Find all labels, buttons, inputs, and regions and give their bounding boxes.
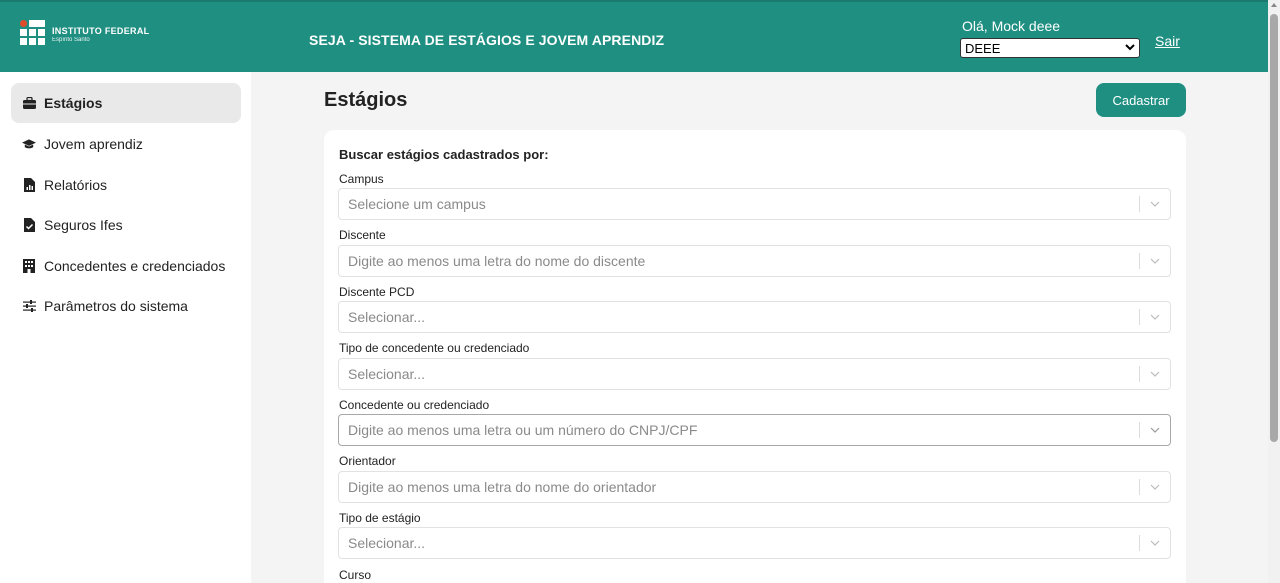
tipo-concedente-select[interactable]: Selecionar... xyxy=(338,358,1171,390)
unit-select[interactable]: DEEE xyxy=(960,38,1140,58)
sliders-icon xyxy=(22,299,36,313)
sidebar-item-label: Seguros Ifes xyxy=(44,217,123,233)
sidebar-item-parametros[interactable]: Parâmetros do sistema xyxy=(11,286,241,326)
chevron-down-icon[interactable] xyxy=(1140,484,1170,490)
chevron-down-icon[interactable] xyxy=(1140,314,1170,320)
logo-mark-icon xyxy=(20,20,46,50)
chevron-down-icon[interactable] xyxy=(1140,540,1170,546)
orientador-placeholder: Digite ao menos uma letra do nome do ori… xyxy=(348,479,657,495)
sidebar: Estágios Jovem aprendiz Relatórios Segur… xyxy=(0,72,251,583)
building-icon xyxy=(22,259,36,273)
campus-select[interactable]: Selecione um campus xyxy=(338,188,1171,220)
curso-label: Curso xyxy=(339,568,372,582)
sidebar-item-label: Estágios xyxy=(44,95,103,111)
sidebar-item-label: Parâmetros do sistema xyxy=(44,298,188,314)
system-title: SEJA - SISTEMA DE ESTÁGIOS E JOVEM APREN… xyxy=(309,32,665,48)
sidebar-item-seguros-ifes[interactable]: Seguros Ifes xyxy=(11,205,241,245)
unit-select-value: DEEE xyxy=(965,40,1001,56)
tipo-estagio-placeholder: Selecionar... xyxy=(348,535,426,551)
orientador-select[interactable]: Digite ao menos uma letra do nome do ori… xyxy=(338,471,1171,503)
search-filters-card: Buscar estágios cadastrados por: Campus … xyxy=(324,130,1186,583)
sidebar-item-jovem-aprendiz[interactable]: Jovem aprendiz xyxy=(11,124,241,164)
chevron-down-icon[interactable] xyxy=(1140,258,1170,264)
discente-pcd-placeholder: Selecionar... xyxy=(348,309,426,325)
orientador-label: Orientador xyxy=(339,454,396,468)
report-file-icon xyxy=(22,178,36,192)
chevron-down-icon[interactable] xyxy=(1140,201,1170,207)
briefcase-icon xyxy=(22,96,36,110)
discente-pcd-label: Discente PCD xyxy=(339,285,415,299)
logout-link[interactable]: Sair xyxy=(1155,33,1180,49)
discente-pcd-select[interactable]: Selecionar... xyxy=(338,301,1171,333)
sidebar-item-concedentes[interactable]: Concedentes e credenciados xyxy=(11,246,241,286)
sidebar-item-label: Relatórios xyxy=(44,177,108,193)
concedente-select[interactable]: Digite ao menos uma letra ou um número d… xyxy=(338,414,1171,446)
ifes-logo[interactable]: INSTITUTO FEDERAL Espírito Santo xyxy=(20,20,149,50)
sidebar-item-label: Jovem aprendiz xyxy=(44,136,143,152)
register-button[interactable]: Cadastrar xyxy=(1096,83,1186,117)
user-greeting: Olá, Mock deee xyxy=(962,18,1061,34)
concedente-placeholder: Digite ao menos uma letra ou um número d… xyxy=(348,422,698,438)
tipo-concedente-label: Tipo de concedente ou credenciado xyxy=(339,341,530,355)
chevron-down-icon[interactable] xyxy=(1140,371,1170,377)
logo-title: INSTITUTO FEDERAL xyxy=(52,26,150,37)
graduation-cap-icon xyxy=(22,137,36,151)
campus-label: Campus xyxy=(339,172,384,186)
logo-subtitle: Espírito Santo xyxy=(52,36,90,43)
file-check-icon xyxy=(22,218,36,232)
sidebar-item-estagios[interactable]: Estágios xyxy=(11,83,241,123)
sidebar-item-relatorios[interactable]: Relatórios xyxy=(11,165,241,205)
discente-label: Discente xyxy=(339,228,386,242)
tipo-estagio-label: Tipo de estágio xyxy=(339,511,421,525)
campus-placeholder: Selecione um campus xyxy=(348,196,486,212)
tipo-concedente-placeholder: Selecionar... xyxy=(348,366,426,382)
scroll-up-icon[interactable] xyxy=(1271,3,1277,7)
tipo-estagio-select[interactable]: Selecionar... xyxy=(338,527,1171,559)
chevron-down-icon[interactable] xyxy=(1140,427,1170,433)
sidebar-item-label: Concedentes e credenciados xyxy=(44,258,226,274)
top-header: INSTITUTO FEDERAL Espírito Santo SEJA - … xyxy=(0,0,1268,72)
scrollbar-thumb[interactable] xyxy=(1270,14,1278,442)
page-scrollbar[interactable] xyxy=(1268,0,1280,583)
discente-placeholder: Digite ao menos uma letra do nome do dis… xyxy=(348,253,646,269)
discente-select[interactable]: Digite ao menos uma letra do nome do dis… xyxy=(338,245,1171,277)
search-heading: Buscar estágios cadastrados por: xyxy=(339,147,549,162)
page-title: Estágios xyxy=(324,89,408,111)
concedente-label: Concedente ou credenciado xyxy=(339,398,490,412)
chevron-down-icon xyxy=(1125,42,1135,54)
